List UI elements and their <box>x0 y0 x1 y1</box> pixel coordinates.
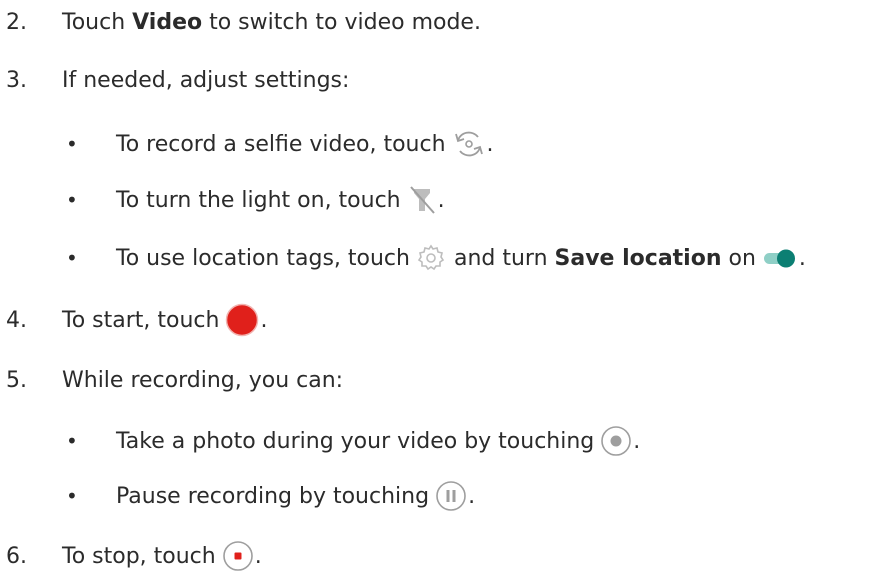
step-text: To start, touch . <box>62 303 267 337</box>
step-text-post: . <box>254 543 262 569</box>
settings-gear-icon <box>416 243 446 273</box>
bullet-text-on: on <box>721 245 756 271</box>
stop-icon <box>222 540 254 572</box>
bullet-text-post: . <box>798 245 806 271</box>
bullet-text: To use location tags, touch and turn Sav… <box>116 243 806 273</box>
step-number: 3. <box>6 67 27 93</box>
bullet: • <box>66 132 78 156</box>
step-text-pre: To start, touch <box>62 307 220 333</box>
bullet: • <box>66 188 78 212</box>
bullet-text-pre: Take a photo during your video by touchi… <box>116 428 595 454</box>
step-text: Touch Video to switch to video mode. <box>62 10 481 35</box>
switch-camera-icon <box>452 129 486 159</box>
bullet-text: To turn the light on, touch . <box>116 185 445 215</box>
step-text-post: to switch to video mode. <box>202 9 481 35</box>
step-text-pre: Touch <box>62 9 133 35</box>
toggle-on-icon <box>762 246 798 270</box>
step-text: To stop, touch . <box>62 540 262 572</box>
record-icon <box>225 303 259 337</box>
bullet-text-mid: and turn <box>446 245 555 271</box>
step-number: 2. <box>6 9 27 35</box>
bullet: • <box>66 246 78 270</box>
video-label: Video <box>132 9 203 35</box>
bullet-text-post: . <box>633 428 641 454</box>
capture-photo-icon <box>600 425 632 457</box>
step-number: 5. <box>6 367 27 393</box>
bullet-text: Pause recording by touching . <box>116 480 475 512</box>
step-text: While recording, you can: <box>62 367 344 393</box>
save-location-label: Save location <box>554 245 722 271</box>
bullet-text: Take a photo during your video by touchi… <box>116 425 640 457</box>
bullet-text-post: . <box>486 131 494 157</box>
bullet-text-pre: To use location tags, touch <box>116 245 410 271</box>
bullet: • <box>66 484 78 508</box>
bullet-text-post: . <box>437 187 445 213</box>
bullet-text: To record a selfie video, touch . <box>116 129 494 159</box>
step-text-post: . <box>260 307 268 333</box>
step-number: 6. <box>6 543 27 569</box>
step-text: If needed, adjust settings: <box>62 67 350 93</box>
step-text-pre: To stop, touch <box>62 543 216 569</box>
bullet-text-post: . <box>468 483 476 509</box>
step-number: 4. <box>6 307 27 333</box>
bullet: • <box>66 429 78 453</box>
bullet-text-pre: To turn the light on, touch <box>116 187 401 213</box>
bullet-text-pre: To record a selfie video, touch <box>116 131 446 157</box>
bullet-text-pre: Pause recording by touching <box>116 483 430 509</box>
flash-off-icon <box>407 185 437 215</box>
pause-icon <box>435 480 467 512</box>
